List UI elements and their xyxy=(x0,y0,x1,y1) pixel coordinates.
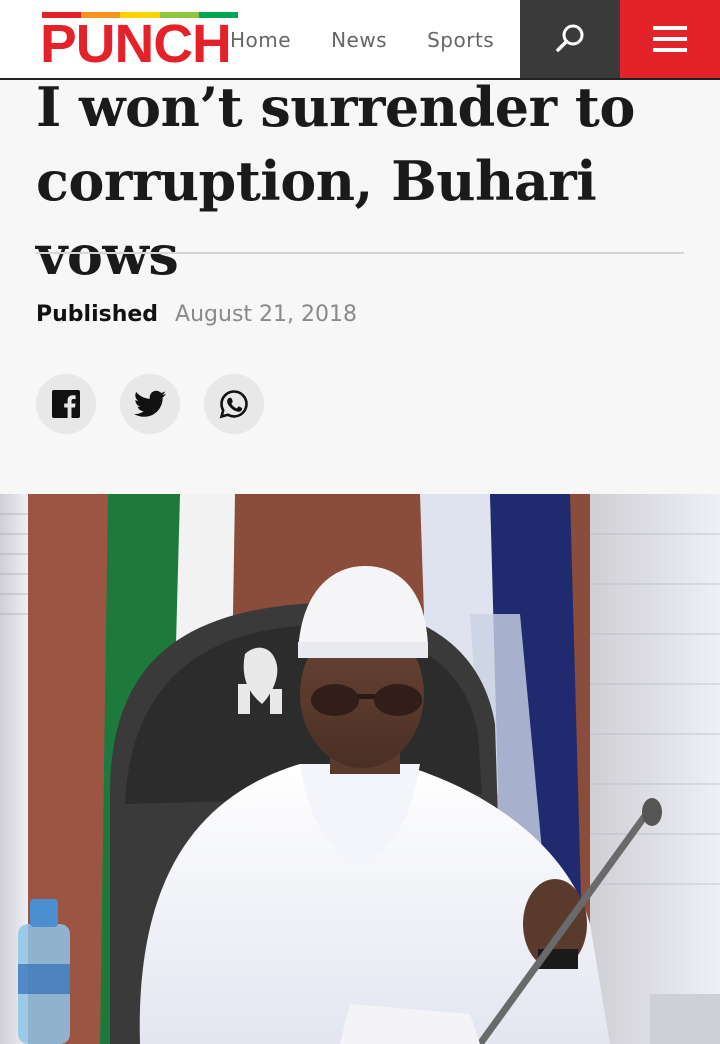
facebook-icon xyxy=(52,390,80,418)
nav-sports[interactable]: Sports xyxy=(427,28,494,52)
site-header: PUNCH Home News Sports xyxy=(0,0,720,80)
punch-logo[interactable]: PUNCH xyxy=(40,12,239,74)
whatsapp-icon xyxy=(219,390,248,419)
nav-home[interactable]: Home xyxy=(230,28,291,52)
hamburger-menu-icon xyxy=(653,26,687,52)
article-photo xyxy=(0,494,720,1044)
search-icon xyxy=(556,24,584,52)
twitter-icon xyxy=(134,390,166,417)
main-nav: Home News Sports xyxy=(230,28,534,52)
headline-divider xyxy=(36,252,684,254)
article-headline: I won’t surrender to corruption, Buhari … xyxy=(36,75,635,287)
published-label: Published xyxy=(36,302,159,327)
share-facebook-button[interactable] xyxy=(36,374,96,434)
menu-button[interactable] xyxy=(620,0,720,78)
published-info: Published August 21, 2018 xyxy=(36,302,357,327)
share-whatsapp-button[interactable] xyxy=(204,374,264,434)
published-date: August 21, 2018 xyxy=(175,302,357,327)
search-button[interactable] xyxy=(520,0,620,78)
article-photo-illustration xyxy=(0,494,720,1044)
logo-wordmark: PUNCH xyxy=(40,14,232,74)
share-twitter-button[interactable] xyxy=(120,374,180,434)
nav-news[interactable]: News xyxy=(331,28,387,52)
